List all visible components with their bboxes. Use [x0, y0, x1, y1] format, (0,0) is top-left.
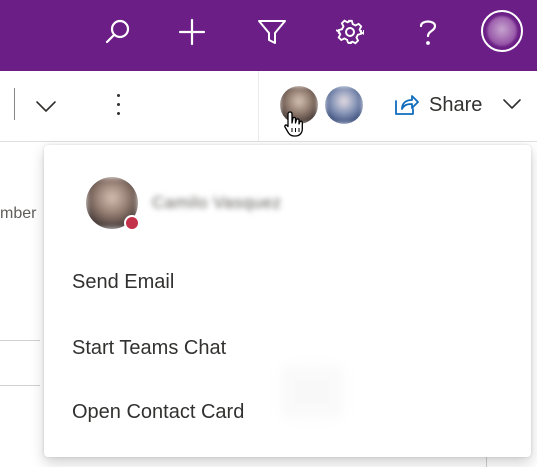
- add-icon[interactable]: [172, 12, 212, 52]
- settings-icon[interactable]: [330, 12, 370, 52]
- divider: [258, 71, 259, 141]
- chevron-down-icon[interactable]: [32, 92, 60, 120]
- collaborator-avatar[interactable]: [325, 86, 363, 124]
- app-header: [0, 0, 537, 71]
- more-vertical-icon[interactable]: [104, 88, 132, 120]
- share-icon: [395, 95, 419, 115]
- open-contact-card-menu-item[interactable]: Open Contact Card: [44, 392, 531, 432]
- divider: [0, 340, 40, 341]
- contact-popup: Camilo Vasquez Send Email Start Teams Ch…: [44, 145, 531, 457]
- share-label: Share: [429, 93, 483, 116]
- help-icon[interactable]: [408, 12, 448, 52]
- chevron-down-icon[interactable]: [500, 92, 524, 116]
- presence-status-badge: [124, 215, 140, 231]
- start-teams-chat-menu-item[interactable]: Start Teams Chat: [44, 328, 531, 368]
- contact-name: Camilo Vasquez: [152, 193, 282, 212]
- divider: [0, 385, 40, 386]
- search-icon[interactable]: [98, 12, 138, 52]
- share-button[interactable]: Share: [393, 88, 482, 122]
- send-email-menu-item[interactable]: Send Email: [44, 262, 531, 302]
- hand-cursor-icon: [284, 111, 303, 137]
- background-field-label: mber: [0, 205, 37, 222]
- filter-icon[interactable]: [252, 12, 292, 52]
- divider: [14, 88, 15, 120]
- user-avatar[interactable]: [481, 10, 523, 52]
